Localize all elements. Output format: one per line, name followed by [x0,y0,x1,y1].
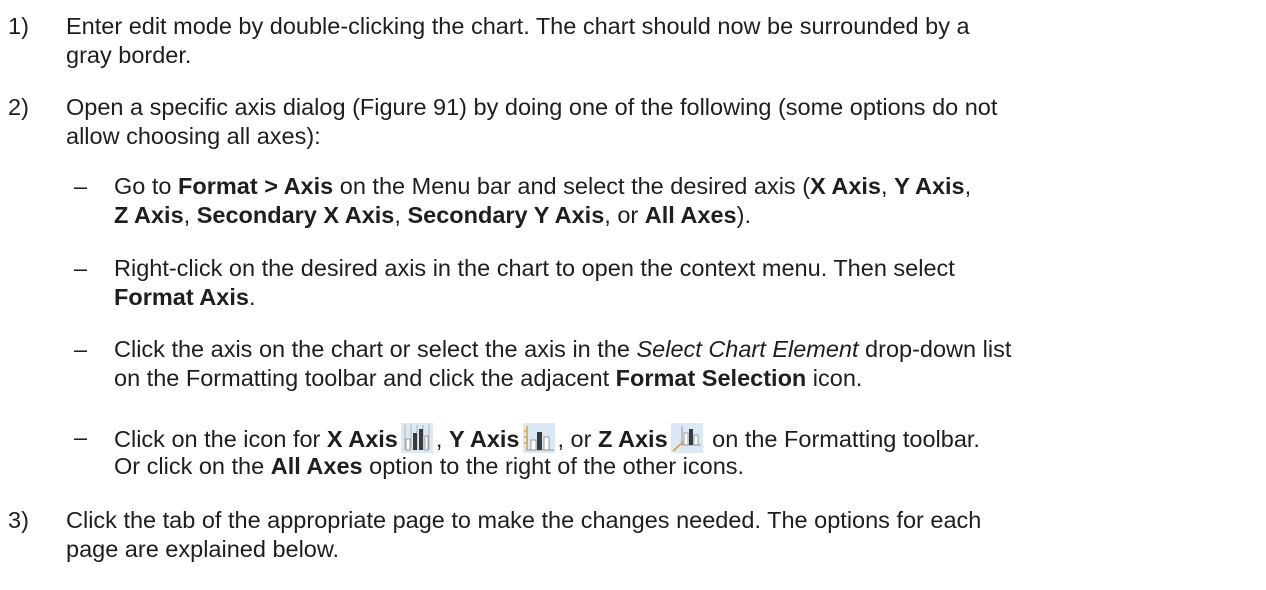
text: icon. [806,365,863,391]
text: ). [736,202,751,228]
axis-name: X Axis [326,426,398,452]
text: Or click on the [114,453,271,479]
step-text-line: Enter edit mode by double-clicking the c… [66,13,970,39]
step-text-line: page are explained below. [66,536,340,562]
axis-name: Secondary X Axis [196,202,395,228]
text: Click the axis on the chart or select th… [114,336,637,362]
text: , or [557,426,598,452]
text: . [248,284,256,310]
menu-path: Format > Axis [178,173,334,199]
axis-name: Y Axis [448,426,520,452]
axis-name: Z Axis [597,426,668,452]
text: option to the right of the other icons. [362,453,745,479]
bullet-dash: – [74,336,88,362]
text: on the Menu bar and select the desired a… [333,173,811,199]
bullet-dash: – [74,173,88,199]
text: , or [604,202,645,228]
step-text-line: allow choosing all axes): [66,123,321,149]
step-number: 3) [8,507,29,533]
step-number: 2) [8,94,29,120]
axis-name: Y Axis [894,173,965,199]
bullet-dash: – [74,424,88,450]
step-text-line: Click the tab of the appropriate page to… [66,507,982,533]
text: , [435,426,449,452]
text: on the Formatting toolbar and click the … [114,365,616,391]
step-text-line: gray border. [66,42,192,68]
text: , [183,202,197,228]
axis-name: Z Axis [114,202,184,228]
substep-line: Right-click on the desired axis in the c… [114,255,955,281]
text: Go to [114,173,179,199]
text: , [964,173,972,199]
text: , [394,202,408,228]
axis-name: All Axes [644,202,737,228]
text: Click on the icon for [114,426,327,452]
axis-name: All Axes [270,453,363,479]
command-name: Format Selection [615,365,807,391]
axis-name: Secondary Y Axis [407,202,605,228]
text: on the Formatting toolbar. [705,426,980,452]
substep-line: Or click on the All Axes option to the r… [114,452,744,480]
text: , [881,173,895,199]
step-text-line: Open a specific axis dialog (Figure 91) … [66,94,998,120]
text: drop-down list [858,336,1012,362]
control-name: Select Chart Element [636,336,859,362]
substep-line: Z Axis, Secondary X Axis, Secondary Y Ax… [114,201,751,229]
step-number: 1) [8,13,29,39]
substep-line: Format Axis. [114,283,255,311]
bullet-dash: – [74,255,88,281]
substep-line: Click the axis on the chart or select th… [114,335,1011,363]
axis-name: X Axis [810,173,882,199]
command-name: Format Axis [114,284,249,310]
substep-line: on the Formatting toolbar and click the … [114,364,862,392]
substep-line: Go to Format > Axis on the Menu bar and … [114,172,971,200]
